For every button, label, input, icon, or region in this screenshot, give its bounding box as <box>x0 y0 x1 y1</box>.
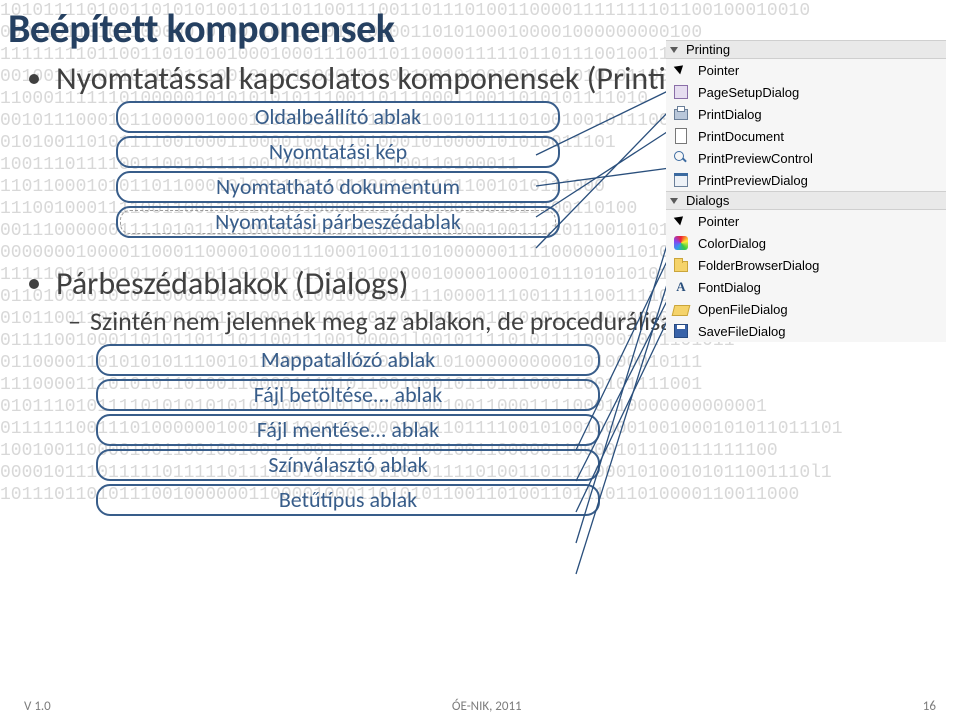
toolbox-item-pagesetupdialog[interactable]: PageSetupDialog <box>666 81 946 103</box>
open-file-icon <box>672 300 690 318</box>
item-label: PrintDocument <box>698 129 940 144</box>
group-header-printing[interactable]: Printing <box>666 40 946 59</box>
callout-folder-browser: Mappatallózó ablak <box>96 344 600 376</box>
item-label: PrintDialog <box>698 107 940 122</box>
page-setup-icon <box>672 83 690 101</box>
item-label: FontDialog <box>698 280 940 295</box>
printer-icon <box>672 105 690 123</box>
pointer-icon <box>672 212 690 230</box>
group-label: Printing <box>686 42 730 57</box>
pointer-icon <box>672 61 690 79</box>
toolbox-item-fontdialog[interactable]: FontDialog <box>666 276 946 298</box>
callout-print-preview: Nyomtatási kép <box>116 136 560 168</box>
item-label: Pointer <box>698 63 940 78</box>
section-heading: Nyomtatással kapcsolatos komponensek (Pr… <box>56 59 707 98</box>
callout-font-dialog: Betűtípus ablak <box>96 484 600 516</box>
footer-page-number: 16 <box>923 699 936 714</box>
save-file-icon <box>672 322 690 340</box>
item-label: ColorDialog <box>698 236 940 251</box>
font-icon <box>672 278 690 296</box>
toolbox-item-savefiledialog[interactable]: SaveFileDialog <box>666 320 946 342</box>
item-label: PrintPreviewDialog <box>698 173 940 188</box>
footer-org: ÓE-NIK, 2011 <box>452 699 522 714</box>
item-label: SaveFileDialog <box>698 324 940 339</box>
item-label: PrintPreviewControl <box>698 151 940 166</box>
item-label: OpenFileDialog <box>698 302 940 317</box>
toolbox-palette: Printing Pointer PageSetupDialog PrintDi… <box>666 40 946 342</box>
callout-open-file: Fájl betöltése... ablak <box>96 379 600 411</box>
color-icon <box>674 236 688 250</box>
chevron-down-icon <box>670 198 678 204</box>
magnifier-icon <box>672 149 690 167</box>
group-header-dialogs[interactable]: Dialogs <box>666 191 946 210</box>
slide-footer: V 1.0 ÓE-NIK, 2011 16 <box>0 699 960 714</box>
item-label: FolderBrowserDialog <box>698 258 940 273</box>
callout-save-file: Fájl mentése... ablak <box>96 414 600 446</box>
group-label: Dialogs <box>686 193 729 208</box>
document-icon <box>672 127 690 145</box>
footer-version: V 1.0 <box>24 699 51 714</box>
toolbox-item-printdocument[interactable]: PrintDocument <box>666 125 946 147</box>
toolbox-item-openfiledialog[interactable]: OpenFileDialog <box>666 298 946 320</box>
toolbox-item-folderbrowserdialog[interactable]: FolderBrowserDialog <box>666 254 946 276</box>
item-label: PageSetupDialog <box>698 85 940 100</box>
callout-color-dialog: Színválasztó ablak <box>96 449 600 481</box>
toolbox-item-colordialog[interactable]: ColorDialog <box>666 232 946 254</box>
section-heading: Párbeszédablakok (Dialogs) <box>56 264 408 303</box>
toolbox-item-printpreviewcontrol[interactable]: PrintPreviewControl <box>666 147 946 169</box>
dialog-icon <box>672 171 690 189</box>
callout-page-setup: Oldalbeállító ablak <box>116 101 560 133</box>
toolbox-item-pointer[interactable]: Pointer <box>666 59 946 81</box>
callout-print-document: Nyomtatható dokumentum <box>116 171 560 203</box>
toolbox-item-printpreviewdialog[interactable]: PrintPreviewDialog <box>666 169 946 191</box>
callout-print-dialog: Nyomtatási párbeszédablak <box>116 206 560 238</box>
toolbox-item-printdialog[interactable]: PrintDialog <box>666 103 946 125</box>
toolbox-item-pointer[interactable]: Pointer <box>666 210 946 232</box>
item-label: Pointer <box>698 214 940 229</box>
chevron-down-icon <box>670 47 678 53</box>
folder-icon <box>672 256 690 274</box>
